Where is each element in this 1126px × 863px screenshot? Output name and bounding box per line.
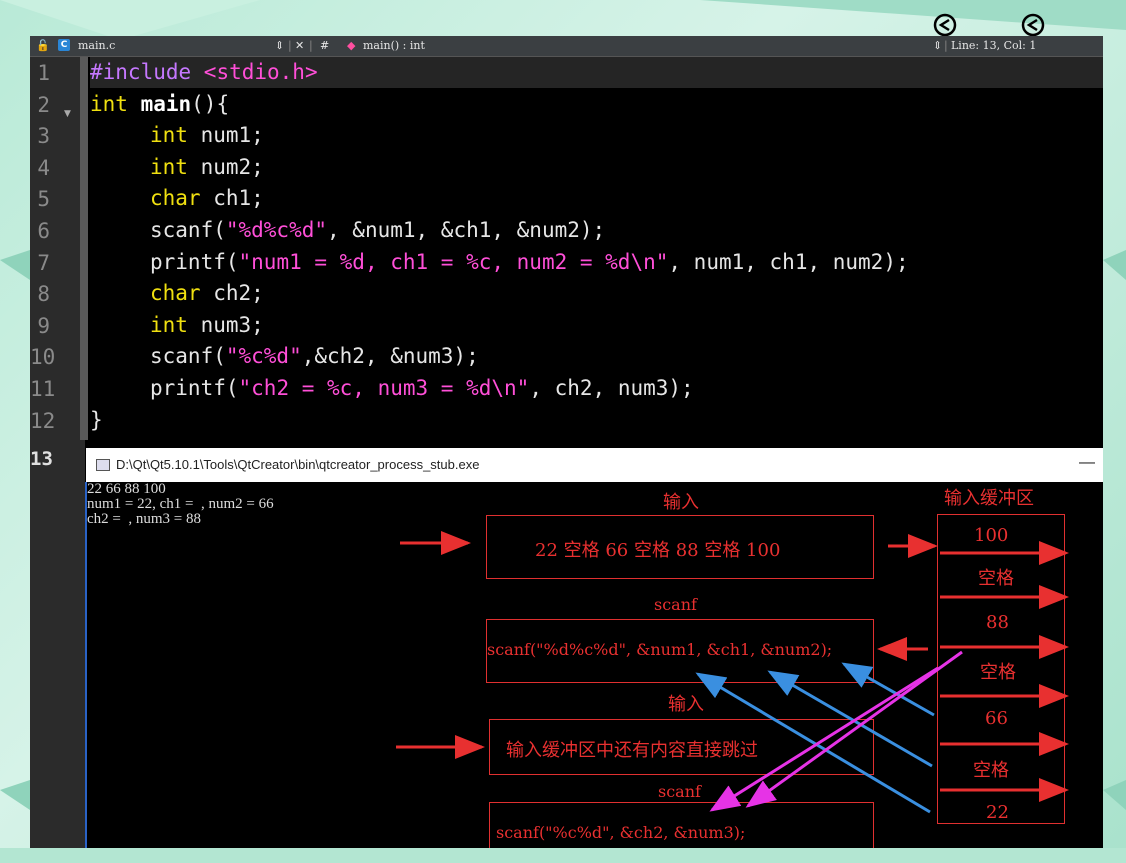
line-number: 9 (37, 313, 50, 338)
line-number-gutter: 1 2 3 4 5 6 7 8 9 10 11 12 ▼ (30, 57, 88, 440)
code-editor[interactable]: 🔓 C main.c ⇕ | ✕ | # ◆ main() : int ⇕ | … (30, 36, 1103, 440)
code-line-12: } (90, 407, 103, 432)
line-number: 1 (37, 61, 50, 85)
blue-arrow-66 (841, 662, 935, 717)
code-line-2: int main(){ (90, 91, 230, 116)
line-number: 10 (30, 345, 56, 370)
code-line-3: int num1; (150, 123, 264, 148)
code-line-1: #include <stdio.h> (90, 57, 1103, 88)
line-number: 4 (37, 155, 50, 180)
line-number: 3 (37, 124, 50, 149)
lock-icon[interactable]: 🔓 (36, 39, 50, 52)
code-line-5: char ch1; (150, 186, 264, 211)
line-number: 6 (37, 219, 50, 243)
line-number: 12 (30, 408, 56, 433)
c-file-icon: C (58, 39, 70, 51)
hash-icon[interactable]: # (320, 39, 329, 52)
fold-toggle-icon[interactable]: ▼ (64, 109, 71, 119)
code-line-8: char ch2; (150, 281, 264, 306)
code-line-6: scanf("%d%c%d", &num1, &ch1, &num2); (150, 218, 606, 242)
editor-toolbar: 🔓 C main.c ⇕ | ✕ | # ◆ main() : int ⇕ | … (30, 36, 1103, 57)
code-area[interactable]: #include <stdio.h> int main(){ int num1;… (90, 57, 1103, 440)
code-line-10: scanf("%c%d",&ch2, &num3); (150, 344, 479, 369)
code-line-9: int num3; (150, 312, 264, 337)
console-window[interactable]: 13 D:\Qt\Qt5.10.1\Tools\QtCreator\bin\qt… (30, 440, 1103, 848)
line-number: 8 (37, 282, 50, 307)
cursor-position[interactable]: Line: 13, Col: 1 (951, 39, 1036, 52)
function-symbol-dropdown[interactable]: main() : int (363, 39, 425, 52)
line-number: 11 (30, 377, 56, 401)
nav-forward-icon (1021, 13, 1045, 37)
line-number: 7 (37, 250, 50, 275)
code-line-7: printf("num1 = %d, ch1 = %c, num2 = %d\n… (150, 249, 909, 274)
line-number: 2 (37, 92, 50, 117)
line-number: 5 (37, 187, 50, 212)
function-symbol-icon: ◆ (347, 39, 356, 52)
magenta-arrow-space (709, 666, 939, 812)
code-line-11: printf("ch2 = %c, num3 = %d\n", ch2, num… (150, 376, 694, 400)
cursor-dropdown-icon[interactable]: ⇕ (933, 39, 942, 52)
magenta-arrow-88 (745, 650, 963, 808)
close-file-icon[interactable]: ✕ (295, 39, 304, 52)
toolbar-separator: | (309, 39, 313, 52)
nav-back-icon (933, 13, 957, 37)
toolbar-separator: | (288, 39, 292, 52)
toolbar-separator: | (944, 39, 948, 52)
file-name-dropdown[interactable]: main.c (78, 39, 115, 52)
change-marker-strip (80, 57, 88, 440)
code-line-4: int num2; (150, 154, 264, 179)
file-switch-arrows-icon[interactable]: ⇕ (275, 39, 284, 52)
diagram-arrows (396, 531, 1069, 814)
